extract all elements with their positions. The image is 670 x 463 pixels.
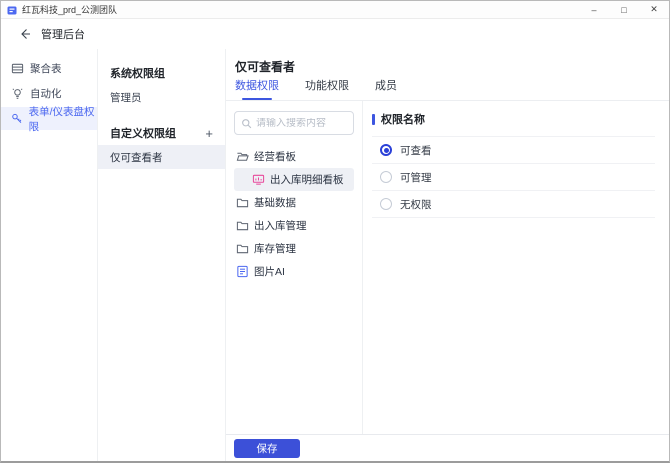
permission-name-heading-label: 权限名称	[381, 114, 425, 126]
header: 管理后台	[1, 19, 669, 49]
permission-option-manageable[interactable]: 可管理	[372, 164, 655, 191]
main-panel: 仅可查看者 数据权限 功能权限 成员 请输入搜索内容 经营看板 出入库明细看板 …	[226, 49, 669, 461]
search-input[interactable]	[256, 117, 347, 129]
app-logo-icon	[7, 5, 17, 15]
aggregate-table-icon	[11, 62, 24, 75]
close-button[interactable]: ✕	[639, 1, 669, 18]
footer-bar: 保存	[226, 434, 669, 461]
minimize-button[interactable]: –	[579, 1, 609, 18]
group-detail-title: 仅可查看者	[235, 60, 296, 74]
search-icon	[241, 118, 252, 129]
tree-item-inventory-management-folder[interactable]: 库存管理	[234, 237, 354, 260]
permission-option-viewable[interactable]: 可查看	[372, 137, 655, 164]
add-group-button[interactable]: +	[205, 127, 213, 140]
nav-item-label: 聚合表	[30, 63, 62, 75]
tree-item-basic-data-folder[interactable]: 基础数据	[234, 191, 354, 214]
titlebar: 红瓦科技_prd_公测团队 – □ ✕	[1, 1, 669, 19]
group-item-viewer-only[interactable]: 仅可查看者	[98, 145, 225, 169]
folder-icon	[236, 196, 249, 209]
nav-item-label: 表单/仪表盘权限	[28, 105, 95, 133]
radio-unchecked-icon[interactable]	[380, 198, 392, 210]
page-title: 管理后台	[41, 29, 85, 41]
nav-item-form-dashboard-permissions[interactable]: 表单/仪表盘权限	[1, 106, 97, 133]
custom-groups-heading-label: 自定义权限组	[110, 128, 176, 140]
back-arrow-icon	[19, 28, 31, 40]
permission-detail-panel: 权限名称 可查看 可管理 无权限	[363, 101, 669, 434]
save-button[interactable]: 保存	[234, 438, 300, 458]
permission-options-list: 可查看 可管理 无权限	[372, 136, 655, 218]
permission-option-no-permission[interactable]: 无权限	[372, 191, 655, 218]
app-window: 红瓦科技_prd_公测团队 – □ ✕ 管理后台 聚合表 自动化 表单/仪表盘权…	[0, 0, 670, 463]
permission-option-label: 无权限	[400, 198, 432, 211]
window-controls: – □ ✕	[579, 1, 669, 18]
radio-checked-icon[interactable]	[380, 144, 392, 156]
tree-item-image-ai-form[interactable]: 图片AI	[234, 260, 354, 283]
system-groups-heading-label: 系统权限组	[110, 68, 165, 80]
key-icon	[11, 112, 23, 125]
tree-item-label: 基础数据	[254, 197, 296, 209]
nav-item-aggregate-table[interactable]: 聚合表	[1, 57, 97, 80]
tree-item-inout-detail-dashboard[interactable]: 出入库明细看板	[234, 168, 354, 191]
resource-tree-panel: 经营看板 出入库明细看板 基础数据	[226, 101, 363, 434]
folder-icon	[236, 219, 249, 232]
maximize-button[interactable]: □	[609, 1, 639, 18]
tree-item-label: 库存管理	[254, 243, 296, 255]
automation-bulb-icon	[11, 87, 24, 100]
group-item-admin[interactable]: 管理员	[98, 85, 225, 109]
tab-content: 经营看板 出入库明细看板 基础数据	[226, 101, 669, 434]
tab-bar: 数据权限 功能权限 成员	[226, 77, 669, 101]
tree-item-label: 图片AI	[254, 266, 285, 278]
tree-item-label: 经营看板	[254, 151, 296, 163]
content-columns: 聚合表 自动化 表单/仪表盘权限 系统权限组 管理员 自定义权限组 + 仅可查看…	[1, 49, 669, 461]
heading-accent-bar	[372, 113, 375, 125]
group-item-label: 管理员	[110, 91, 142, 104]
folder-icon	[236, 242, 249, 255]
system-groups-heading: 系统权限组	[98, 61, 225, 85]
form-icon	[236, 265, 249, 278]
left-nav: 聚合表 自动化 表单/仪表盘权限	[1, 49, 98, 461]
tree-item-label: 出入库明细看板	[270, 174, 344, 186]
permission-name-heading: 权限名称	[372, 111, 655, 127]
dashboard-icon	[252, 173, 265, 186]
tree-item-business-dashboard-folder[interactable]: 经营看板	[234, 145, 354, 168]
custom-groups-heading: 自定义权限组 +	[98, 121, 225, 145]
nav-item-label: 自动化	[30, 88, 62, 100]
nav-item-automation[interactable]: 自动化	[1, 82, 97, 105]
permission-option-label: 可管理	[400, 171, 432, 184]
back-button[interactable]	[19, 28, 31, 40]
folder-open-icon	[236, 150, 249, 163]
tab-members[interactable]: 成员	[375, 77, 397, 100]
tab-data-permissions[interactable]: 数据权限	[235, 77, 279, 100]
group-item-label: 仅可查看者	[110, 151, 163, 164]
radio-unchecked-icon[interactable]	[380, 171, 392, 183]
search-box	[234, 111, 354, 135]
permission-option-label: 可查看	[400, 144, 432, 157]
tree-item-label: 出入库管理	[254, 220, 307, 232]
tab-function-permissions[interactable]: 功能权限	[305, 77, 349, 100]
permission-groups-panel: 系统权限组 管理员 自定义权限组 + 仅可查看者	[98, 49, 226, 461]
window-title: 红瓦科技_prd_公测团队	[22, 5, 118, 15]
tree-item-inout-management-folder[interactable]: 出入库管理	[234, 214, 354, 237]
